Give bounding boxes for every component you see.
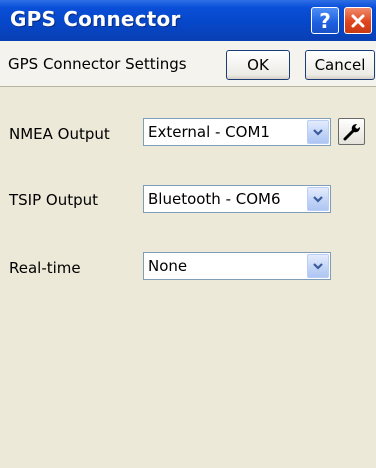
help-icon: ?	[319, 8, 331, 33]
nmea-dropdown-button[interactable]	[307, 120, 329, 144]
realtime-select[interactable]: None	[143, 252, 331, 280]
tsip-dropdown-button[interactable]	[307, 187, 329, 211]
cancel-button[interactable]: Cancel	[305, 50, 375, 80]
window-title: GPS Connector	[10, 7, 181, 31]
chevron-down-icon	[313, 196, 323, 203]
realtime-dropdown-button[interactable]	[307, 254, 329, 278]
realtime-label: Real-time	[9, 259, 81, 277]
nmea-configure-button[interactable]	[338, 118, 365, 145]
tsip-output-select[interactable]: Bluetooth - COM6	[143, 185, 331, 213]
chevron-down-icon	[313, 129, 323, 136]
wrench-icon	[343, 123, 360, 140]
tsip-output-label: TSIP Output	[9, 191, 99, 209]
close-icon	[351, 14, 365, 27]
realtime-value: None	[148, 257, 188, 275]
tsip-output-value: Bluetooth - COM6	[148, 190, 281, 208]
command-bar: GPS Connector Settings OK Cancel	[0, 41, 376, 87]
nmea-output-value: External - COM1	[148, 123, 270, 141]
close-button[interactable]	[344, 7, 372, 34]
settings-title: GPS Connector Settings	[8, 55, 187, 73]
help-button[interactable]: ?	[311, 7, 339, 34]
title-bar: GPS Connector ?	[0, 0, 376, 41]
settings-panel: NMEA Output External - COM1 TSIP Output …	[0, 88, 376, 468]
nmea-output-select[interactable]: External - COM1	[143, 118, 331, 146]
chevron-down-icon	[313, 263, 323, 270]
ok-button[interactable]: OK	[226, 50, 290, 80]
nmea-output-label: NMEA Output	[9, 125, 110, 143]
